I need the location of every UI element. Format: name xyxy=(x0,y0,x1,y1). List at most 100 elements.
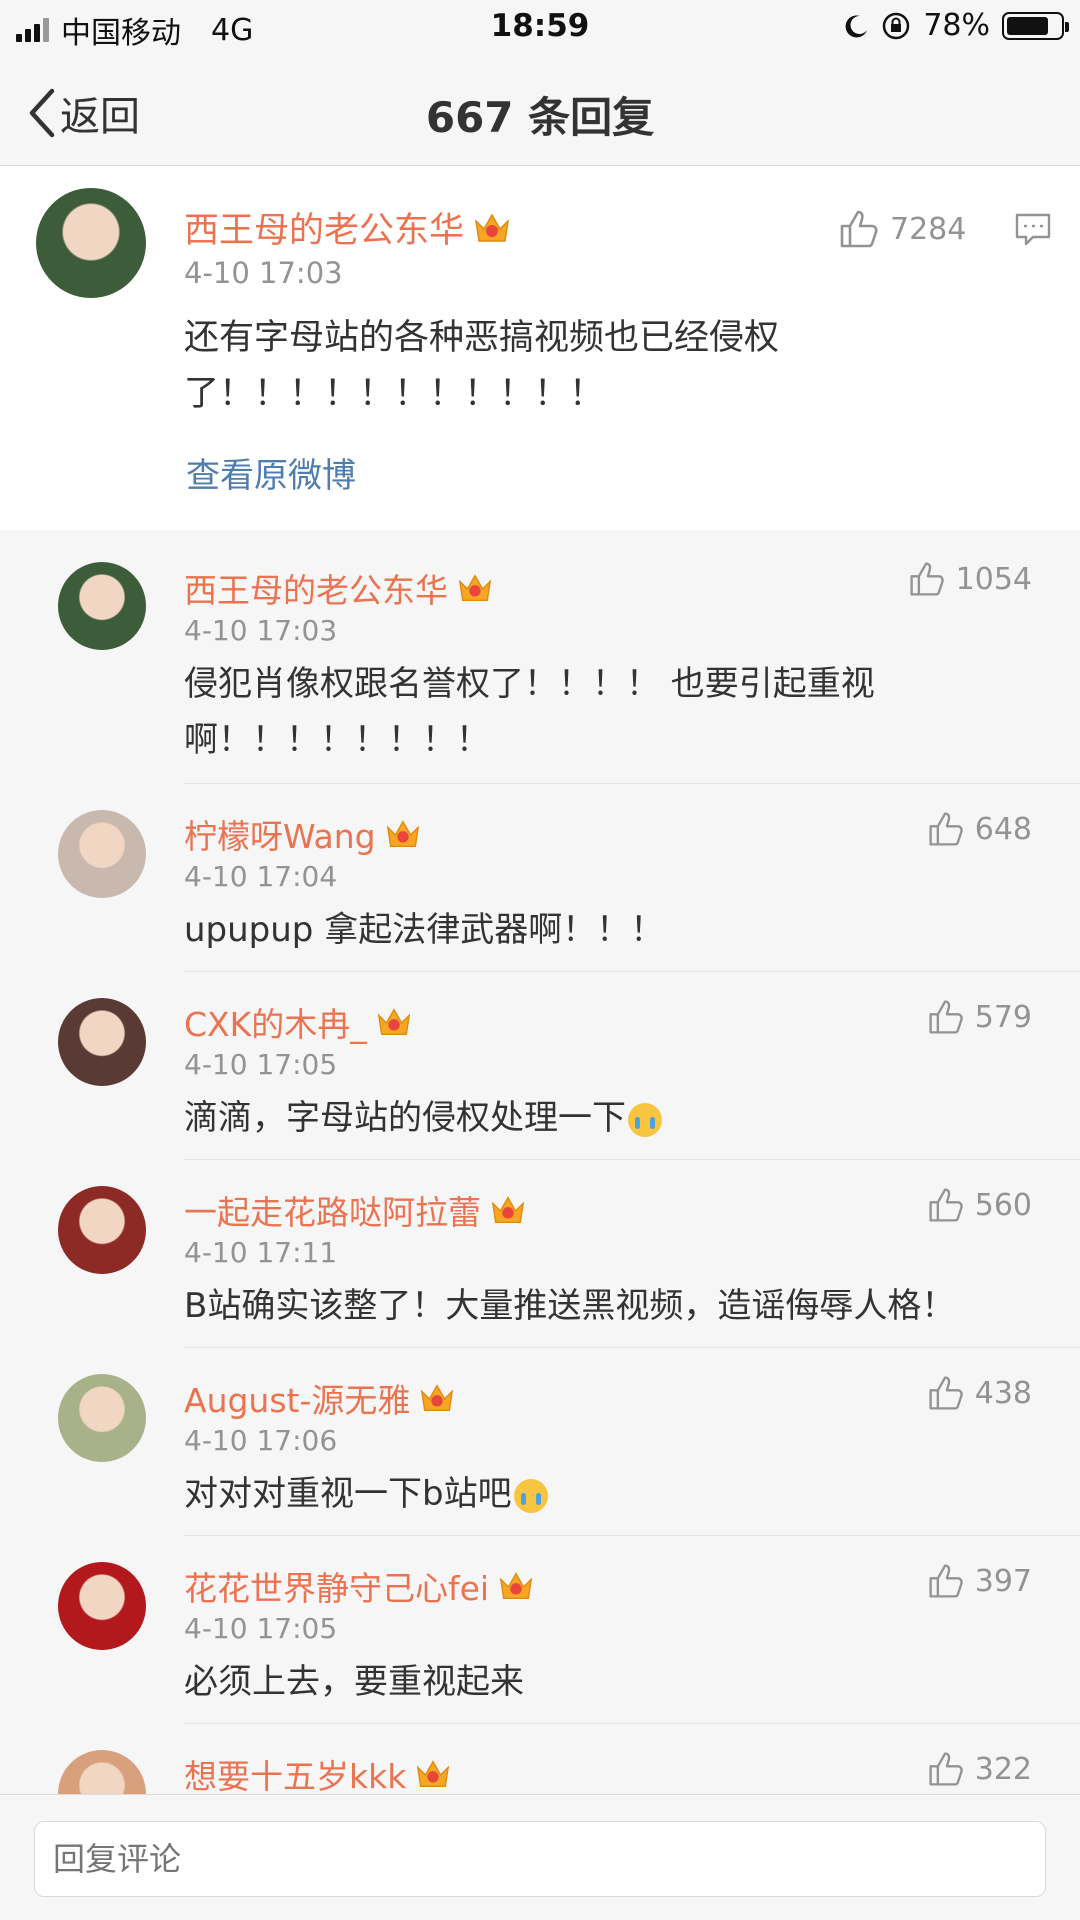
avatar[interactable] xyxy=(58,1562,146,1650)
timestamp: 4-10 17:04 xyxy=(184,860,338,893)
battery-icon xyxy=(1002,11,1069,40)
like-button[interactable]: 7284 xyxy=(838,208,966,250)
like-button[interactable]: 648 xyxy=(927,810,1032,848)
bottom-bar xyxy=(0,1794,1080,1920)
timestamp: 4-10 17:03 xyxy=(184,614,338,647)
status-right: 78% xyxy=(843,8,1069,43)
username-text: CXK的木冉_ xyxy=(184,1005,367,1044)
crown-badge-icon xyxy=(474,212,510,242)
like-count: 1054 xyxy=(955,561,1032,597)
like-count: 438 xyxy=(974,1375,1032,1411)
username-text: 花花世界静守己心fei xyxy=(184,1569,490,1608)
moon-icon xyxy=(845,14,868,37)
like-count: 579 xyxy=(974,999,1032,1035)
avatar[interactable] xyxy=(58,1374,146,1462)
comment-line: 还有字母站的各种恶搞视频也已经侵权 xyxy=(184,318,780,358)
username[interactable]: 花花世界静守己心fei xyxy=(184,1562,535,1610)
crown-badge-icon xyxy=(421,1384,454,1412)
username-text: 想要十五岁kkk xyxy=(184,1757,407,1794)
crying-emoji-icon xyxy=(513,1478,548,1513)
battery-fill xyxy=(1007,16,1048,35)
thumbs-up-icon xyxy=(929,1564,963,1598)
crown-badge-icon xyxy=(499,1572,533,1600)
like-button[interactable]: 438 xyxy=(927,1374,1032,1412)
page-title: 667 条回复 xyxy=(425,93,655,142)
username[interactable]: CXK的木冉_ xyxy=(184,998,413,1046)
comment-line: 了！！！！！！！！！！！ xyxy=(184,374,605,414)
thumbs-up-icon xyxy=(929,812,963,846)
crown-badge-icon xyxy=(491,1196,525,1224)
like-count: 7284 xyxy=(890,211,967,247)
crown-badge-icon xyxy=(386,820,419,848)
thumbs-up-icon xyxy=(929,1000,963,1034)
reply-item[interactable]: 西王母的老公东华 4-10 17:03 侵犯肖像权跟名誉权了！！！！ 也要引起重… xyxy=(0,530,1080,784)
reply-text: 滴滴，字母站的侵权处理一下 xyxy=(184,1098,626,1138)
crown-badge-icon xyxy=(417,1760,450,1788)
reply-item[interactable]: August-源无雅 4-10 17:06 对对对重视一下b站吧 438 xyxy=(0,1348,1080,1536)
reply-item[interactable]: CXK的木冉_ 4-10 17:05 滴滴，字母站的侵权处理一下 579 xyxy=(0,972,1080,1160)
main-comment: 西王母的老公东华 4-10 17:03 还有字母站的各种恶搞视频也已经侵权 了！… xyxy=(0,166,1080,530)
avatar[interactable] xyxy=(58,998,146,1086)
like-button[interactable]: 397 xyxy=(927,1562,1032,1600)
reply-text: 侵犯肖像权跟名誉权了！！！！ 也要引起重视啊！！！！！！！！ xyxy=(184,664,875,760)
reply-list: 西王母的老公东华 4-10 17:03 侵犯肖像权跟名誉权了！！！！ 也要引起重… xyxy=(0,530,1080,1794)
thumbs-up-icon xyxy=(840,210,878,248)
reply-content: 滴滴，字母站的侵权处理一下 xyxy=(184,1090,1014,1146)
reply-text: 对对对重视一下b站吧 xyxy=(184,1474,512,1514)
reply-item[interactable]: 一起走花路哒阿拉蕾 4-10 17:11 B站确实该整了！大量推送黑视频，造谣侮… xyxy=(0,1160,1080,1348)
timestamp: 4-10 17:05 xyxy=(184,1612,338,1645)
avatar[interactable] xyxy=(58,1186,146,1274)
like-button[interactable]: 579 xyxy=(927,998,1032,1036)
comment-content: 还有字母站的各种恶搞视频也已经侵权 了！！！！！！！！！！！ xyxy=(184,310,779,422)
reply-content: 侵犯肖像权跟名誉权了！！！！ 也要引起重视啊！！！！！！！！ xyxy=(184,656,1014,768)
username-text: 一起走花路哒阿拉蕾 xyxy=(184,1193,481,1232)
username[interactable]: 一起走花路哒阿拉蕾 xyxy=(184,1186,527,1234)
reply-content: 必须上去，要重视起来 xyxy=(184,1654,1014,1710)
reply-item[interactable]: 花花世界静守己心fei 4-10 17:05 必须上去，要重视起来 397 xyxy=(0,1536,1080,1724)
reply-text: B站确实该整了！大量推送黑视频，造谣侮辱人格！ xyxy=(184,1286,956,1326)
username-text: August-源无雅 xyxy=(184,1381,411,1420)
thumbs-up-icon xyxy=(929,1188,963,1222)
timestamp: 4-10 17:11 xyxy=(184,1236,338,1269)
username-text: 柠檬呀Wang xyxy=(184,817,376,856)
username[interactable]: 想要十五岁kkk xyxy=(184,1750,452,1794)
username[interactable]: 柠檬呀Wang xyxy=(184,810,422,858)
reply-input[interactable] xyxy=(34,1821,1046,1897)
like-count: 397 xyxy=(974,1563,1032,1599)
reply-content: upupup 拿起法律武器啊！！！ xyxy=(184,902,1014,958)
username-text: 西王母的老公东华 xyxy=(184,571,448,610)
reply-content: 对对对重视一下b站吧 xyxy=(184,1466,1014,1522)
avatar[interactable] xyxy=(36,188,146,298)
like-count: 648 xyxy=(974,811,1032,847)
reply-item[interactable]: 想要十五岁kkk 322 xyxy=(0,1724,1080,1794)
reply-text: upupup 拿起法律武器啊！！！ xyxy=(184,910,665,950)
status-bar: 中国移动 4G 18:59 78% xyxy=(0,0,1080,54)
username[interactable]: 西王母的老公东华 xyxy=(184,564,494,612)
thumbs-up-icon xyxy=(910,562,944,596)
timestamp: 4-10 17:06 xyxy=(184,1424,338,1457)
username[interactable]: 西王母的老公东华 xyxy=(184,202,512,253)
view-original-link[interactable]: 查看原微博 xyxy=(186,448,356,497)
avatar[interactable] xyxy=(58,1750,146,1794)
crown-badge-icon xyxy=(377,1008,410,1036)
username[interactable]: August-源无雅 xyxy=(184,1374,456,1422)
crying-emoji-icon xyxy=(628,1102,662,1137)
reply-content: B站确实该整了！大量推送黑视频，造谣侮辱人格！ xyxy=(184,1278,1014,1334)
like-button[interactable]: 322 xyxy=(927,1750,1032,1788)
comment-icon[interactable] xyxy=(1014,212,1052,248)
battery-percent: 78% xyxy=(923,8,990,43)
like-button[interactable]: 1054 xyxy=(908,560,1032,598)
timestamp: 4-10 17:05 xyxy=(184,1048,338,1081)
nav-bar: 返回 667 条回复 xyxy=(0,54,1080,166)
timestamp: 4-10 17:03 xyxy=(184,256,343,290)
username-text: 西王母的老公东华 xyxy=(184,211,465,251)
avatar[interactable] xyxy=(58,810,146,898)
like-count: 560 xyxy=(974,1187,1032,1223)
reply-item[interactable]: 柠檬呀Wang 4-10 17:04 upupup 拿起法律武器啊！！！ 648 xyxy=(0,784,1080,972)
avatar[interactable] xyxy=(58,562,146,650)
rotation-lock-icon xyxy=(883,12,910,39)
like-count: 322 xyxy=(974,1751,1032,1787)
like-button[interactable]: 560 xyxy=(927,1186,1032,1224)
crown-badge-icon xyxy=(458,574,492,602)
thumbs-up-icon xyxy=(929,1752,963,1786)
